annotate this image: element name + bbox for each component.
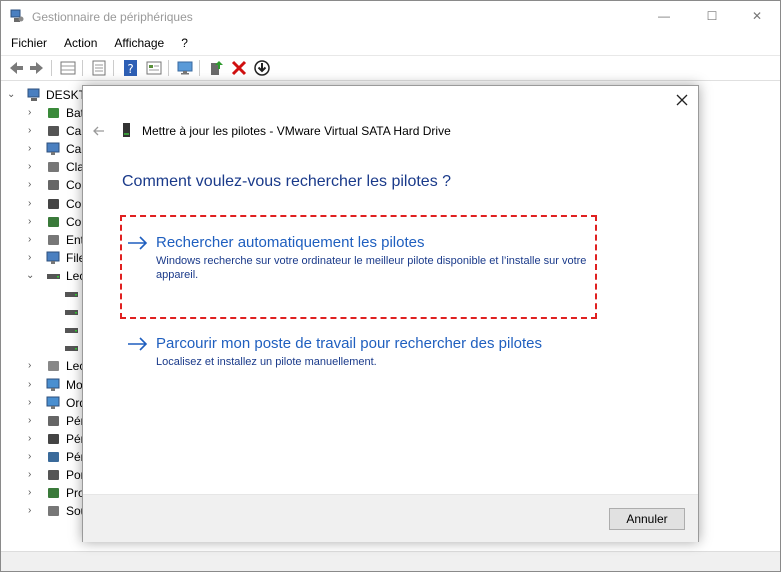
download-icon[interactable] xyxy=(253,59,271,77)
chevron-right-icon[interactable]: › xyxy=(28,180,38,190)
port-icon xyxy=(48,470,59,480)
maximize-icon: ☐ xyxy=(706,9,718,23)
chevron-right-icon[interactable]: › xyxy=(28,126,38,136)
card-icon xyxy=(48,126,59,137)
close-icon: ✕ xyxy=(751,9,763,23)
sound-icon xyxy=(48,234,59,245)
monitor-icon xyxy=(46,378,60,391)
arrow-right-icon xyxy=(128,236,148,250)
minimize-icon: — xyxy=(658,9,670,23)
chevron-right-icon[interactable]: › xyxy=(28,252,38,263)
chevron-right-icon[interactable]: › xyxy=(28,216,38,227)
details-icon[interactable] xyxy=(145,59,163,77)
portable-icon xyxy=(48,433,59,444)
auto-search-description: Windows recherche sur votre ordinateur l… xyxy=(156,255,587,281)
properties-grid-icon[interactable] xyxy=(59,59,77,77)
chevron-right-icon[interactable]: › xyxy=(28,144,38,154)
tree-item-label: Mo xyxy=(66,377,83,392)
arrow-right-icon xyxy=(128,337,148,351)
chevron-right-icon[interactable]: › xyxy=(28,108,38,118)
toolbar: ? xyxy=(1,55,780,81)
chevron-right-icon[interactable]: › xyxy=(28,506,38,516)
close-button[interactable]: ✕ xyxy=(734,1,780,31)
dialog-close-icon[interactable] xyxy=(674,92,690,108)
keyboard-icon xyxy=(48,162,59,173)
chevron-right-icon[interactable]: › xyxy=(28,433,38,444)
browse-description: Localisez et installez un pilote manuell… xyxy=(156,356,377,368)
status-bar xyxy=(1,551,780,571)
disk-icon xyxy=(65,346,78,352)
toolbar-divider xyxy=(82,60,83,76)
update-driver-dialog: Mettre à jour les pilotes - VMware Virtu… xyxy=(82,85,699,542)
menu-bar: Fichier Action Affichage ? xyxy=(1,32,780,54)
toolbar-divider xyxy=(168,60,169,76)
list-icon[interactable] xyxy=(90,59,108,77)
dialog-footer: Annuler xyxy=(83,494,698,542)
chevron-right-icon[interactable]: › xyxy=(28,397,38,408)
auto-search-title: Rechercher automatiquement les pilotes xyxy=(156,234,425,251)
toolbar-divider xyxy=(113,60,114,76)
toolbar-divider xyxy=(199,60,200,76)
auto-search-option[interactable]: Rechercher automatiquement les pilotes W… xyxy=(127,234,587,284)
chevron-right-icon[interactable]: › xyxy=(28,451,38,462)
minimize-button[interactable]: — xyxy=(641,1,687,31)
disk-icon xyxy=(65,292,78,297)
audio-icon xyxy=(48,180,59,191)
chevron-right-icon[interactable]: › xyxy=(28,198,38,209)
peripheral-icon xyxy=(48,415,59,426)
chevron-right-icon[interactable]: › xyxy=(28,379,38,390)
queue-icon xyxy=(46,251,60,264)
computer-icon xyxy=(27,88,40,101)
browse-title: Parcourir mon poste de travail pour rech… xyxy=(156,335,543,352)
menu-affichage[interactable]: Affichage xyxy=(104,32,171,54)
menu-action[interactable]: Action xyxy=(54,32,104,54)
computer-icon xyxy=(46,396,60,409)
drive-icon xyxy=(47,273,60,279)
chevron-right-icon[interactable]: › xyxy=(28,488,38,498)
dialog-back-icon[interactable] xyxy=(92,124,106,138)
update-driver-icon[interactable] xyxy=(207,59,225,77)
chevron-right-icon[interactable]: › xyxy=(28,234,38,245)
title-bar: Gestionnaire de périphériques — ☐ ✕ xyxy=(1,1,780,31)
monitor-icon[interactable] xyxy=(176,59,194,77)
help-icon[interactable]: ? xyxy=(122,59,140,77)
mouse-icon xyxy=(48,506,59,517)
window-title: Gestionnaire de périphériques xyxy=(32,10,193,24)
disk-icon xyxy=(65,310,78,316)
processor-icon xyxy=(48,488,59,499)
storage-controller-icon xyxy=(48,216,59,227)
maximize-button[interactable]: ☐ xyxy=(689,1,735,31)
toolbar-divider xyxy=(51,60,52,76)
dialog-question: Comment voulez-vous rechercher les pilot… xyxy=(122,173,452,190)
disk-icon xyxy=(65,328,78,334)
chevron-down-icon[interactable]: ⌄ xyxy=(7,90,17,100)
menu-help[interactable]: ? xyxy=(171,32,195,54)
forward-icon[interactable] xyxy=(28,59,46,77)
cancel-button[interactable]: Annuler xyxy=(609,508,685,530)
menu-fichier[interactable]: Fichier xyxy=(1,32,54,54)
dialog-header: Mettre à jour les pilotes - VMware Virtu… xyxy=(142,124,451,138)
chevron-right-icon[interactable]: › xyxy=(28,415,38,426)
chevron-right-icon[interactable]: › xyxy=(28,470,38,480)
svg-text:?: ? xyxy=(127,62,133,76)
usb-controller-icon xyxy=(48,198,59,209)
uninstall-icon[interactable] xyxy=(230,59,248,77)
chevron-right-icon[interactable]: › xyxy=(28,162,38,172)
system-icon xyxy=(48,451,59,462)
battery-icon xyxy=(48,108,59,118)
display-card-icon xyxy=(46,142,60,156)
dvd-icon xyxy=(48,361,59,372)
chevron-down-icon[interactable]: ⌄ xyxy=(26,270,36,281)
chevron-right-icon[interactable]: › xyxy=(28,361,38,371)
hard-drive-icon xyxy=(123,123,130,137)
back-icon[interactable] xyxy=(7,59,25,77)
browse-option[interactable]: Parcourir mon poste de travail pour rech… xyxy=(127,335,587,375)
device-manager-app-icon xyxy=(10,9,24,22)
